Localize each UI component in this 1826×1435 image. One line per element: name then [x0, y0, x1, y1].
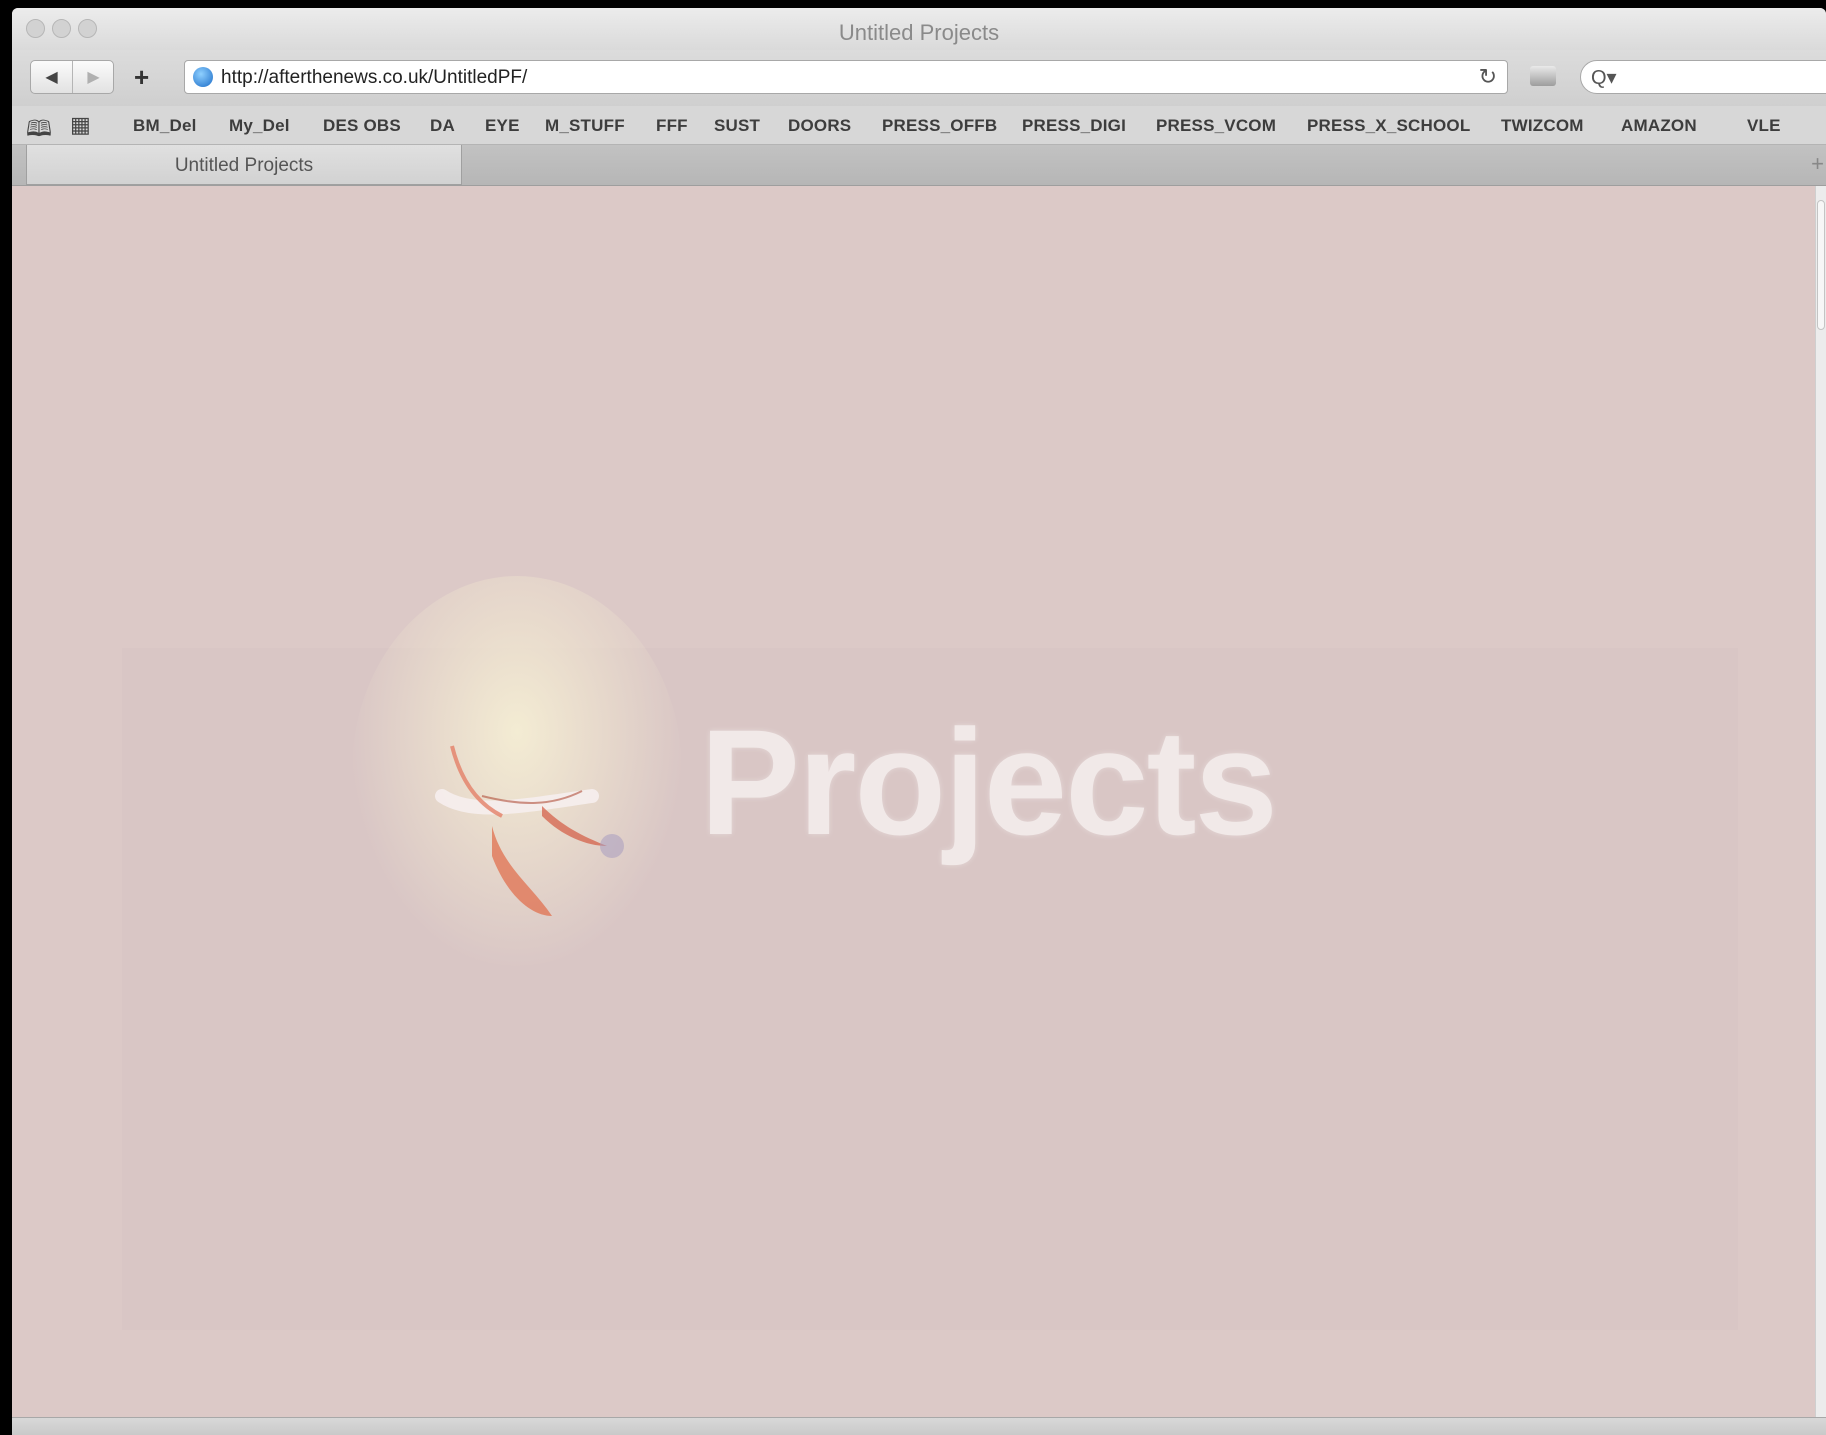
bookmark-item[interactable]: TWIZCOM: [1501, 116, 1584, 136]
top-sites-button[interactable]: ▦: [70, 112, 91, 138]
window-title: Untitled Projects: [838, 20, 1000, 45]
search-icon: Q▾: [1591, 67, 1617, 89]
reload-icon: ↻: [1478, 64, 1497, 89]
plus-icon: +: [134, 62, 150, 92]
bookmark-item[interactable]: PRESS_OFFB: [882, 116, 997, 136]
url-text[interactable]: http://afterthenews.co.uk/UntitledPF/: [221, 67, 527, 89]
bookmark-item[interactable]: EYE: [485, 116, 520, 136]
vertical-scrollbar[interactable]: [1815, 186, 1826, 1418]
back-arrow-icon: ◀: [45, 69, 58, 86]
rss-button[interactable]: [1522, 60, 1562, 94]
bookmark-item[interactable]: PRESS_X_SCHOOL: [1307, 116, 1470, 136]
bookmark-item[interactable]: DA: [430, 116, 455, 136]
page-content: Projects: [12, 186, 1826, 1418]
bookmark-item[interactable]: My_Del: [229, 116, 290, 136]
tab-label: Untitled Projects: [174, 155, 314, 176]
search-field[interactable]: Q▾: [1580, 60, 1826, 94]
bookmark-item[interactable]: FFF: [656, 116, 688, 136]
tab-untitled-projects[interactable]: Untitled Projects: [26, 145, 462, 185]
book-icon: 🕮: [26, 116, 52, 141]
address-bar[interactable]: http://afterthenews.co.uk/UntitledPF/ ↻: [184, 60, 1508, 94]
new-tab-button[interactable]: +: [1811, 151, 1824, 177]
bookmark-item[interactable]: DOORS: [788, 116, 851, 136]
rss-icon: [1530, 66, 1556, 86]
scroll-thumb[interactable]: [1817, 200, 1825, 330]
bookmark-item[interactable]: AMAZON: [1621, 116, 1697, 136]
bookmarks-bar: 🕮 ▦ BM_Del My_Del DES OBS DA EYE M_STUFF…: [12, 106, 1826, 145]
bookmark-item[interactable]: BM_Del: [133, 116, 197, 136]
forward-arrow-icon: ▶: [87, 69, 100, 86]
forward-button[interactable]: ▶: [73, 61, 114, 93]
plus-icon: +: [1811, 151, 1824, 176]
navigation-buttons: ◀ ▶: [30, 60, 114, 94]
bookmark-item[interactable]: PRESS_DIGI: [1022, 116, 1126, 136]
bookmark-item[interactable]: SUST: [714, 116, 760, 136]
page-headline: Projects: [700, 698, 1278, 866]
globe-icon: [193, 67, 213, 87]
status-bar: [12, 1417, 1826, 1435]
back-button[interactable]: ◀: [31, 61, 73, 93]
bookmark-item[interactable]: PRESS_VCOM: [1156, 116, 1276, 136]
splash-graphic[interactable]: [412, 656, 732, 976]
browser-window: Untitled Projects ◀ ▶ + http://afterthen…: [12, 8, 1826, 1435]
bookmark-item[interactable]: VLE: [1747, 116, 1781, 136]
bookmark-item[interactable]: M_STUFF: [545, 116, 625, 136]
add-bookmark-button[interactable]: +: [134, 62, 149, 92]
toolbar: ◀ ▶ + http://afterthenews.co.uk/Untitled…: [12, 50, 1826, 106]
bookmark-item[interactable]: DES OBS: [323, 116, 401, 136]
reload-button[interactable]: ↻: [1479, 64, 1497, 90]
grid-icon: ▦: [70, 112, 91, 137]
title-bar: Untitled Projects: [12, 8, 1826, 50]
tab-bar: Untitled Projects +: [12, 145, 1826, 186]
